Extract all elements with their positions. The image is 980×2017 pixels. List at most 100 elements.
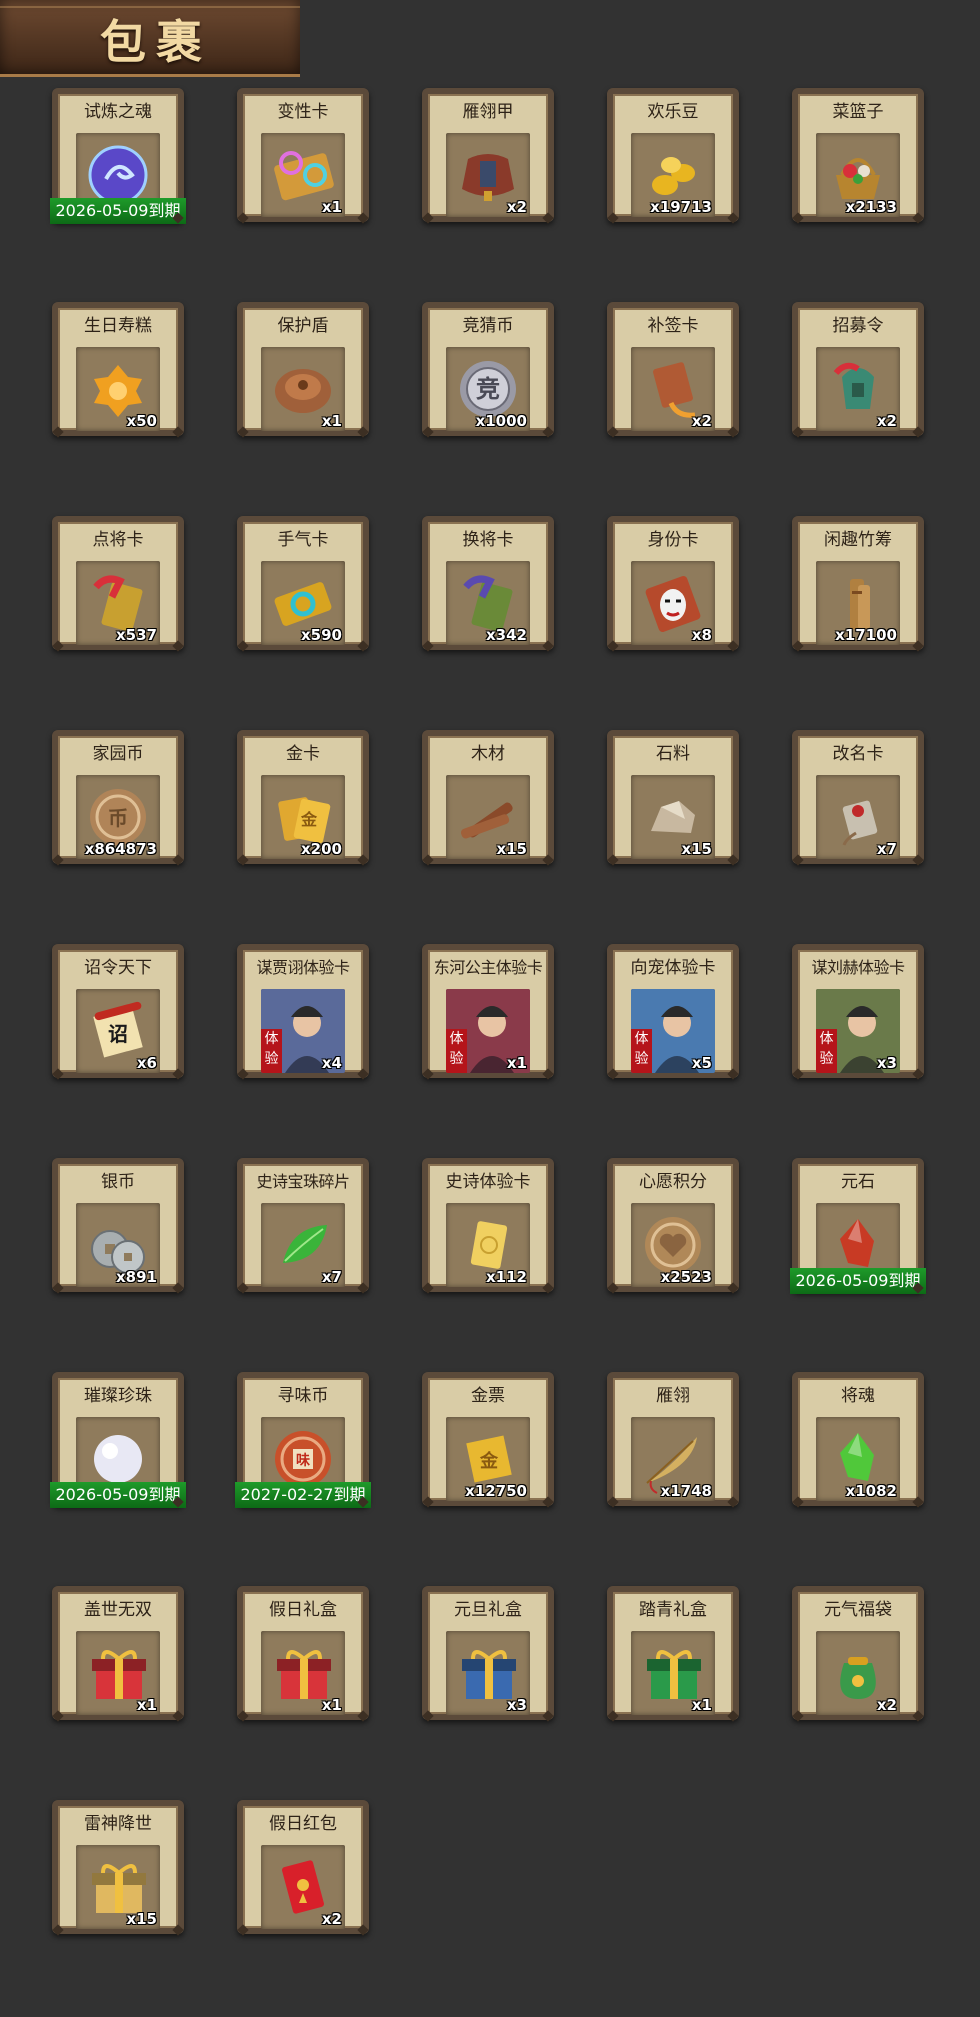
item-quantity: x864873 bbox=[84, 840, 157, 858]
item-quantity: x1 bbox=[321, 1696, 342, 1714]
inventory-item[interactable]: 雷神降世 x15 bbox=[52, 1800, 184, 1934]
inventory-item[interactable]: 假日红包 x2 bbox=[237, 1800, 369, 1934]
item-quantity: x15 bbox=[126, 1910, 157, 1928]
item-name: 史诗宝珠碎片 bbox=[256, 1172, 350, 1191]
inventory-item[interactable]: 雁翎 x1748 bbox=[607, 1372, 739, 1506]
gender-card-icon: x1 bbox=[261, 133, 345, 217]
inventory-item[interactable]: 家园币币 x864873 bbox=[52, 730, 184, 864]
inventory-item[interactable]: 东河公主体验卡体验 x1 bbox=[422, 944, 554, 1078]
rename-card-icon: x7 bbox=[816, 775, 900, 859]
bag-header-banner: 包裹 bbox=[0, 0, 300, 77]
inventory-item[interactable]: 璀璨珍珠x42026-05-09到期 bbox=[50, 1372, 186, 1508]
inventory-item[interactable]: 保护盾 x1 bbox=[237, 302, 369, 436]
item-name: 闲趣竹筹 bbox=[824, 530, 892, 550]
hero-portrait-icon: 体验 x5 bbox=[631, 989, 715, 1073]
inventory-item[interactable]: 闲趣竹筹 x17100 bbox=[792, 516, 924, 650]
item-quantity: x19713 bbox=[650, 198, 712, 216]
item-name: 补签卡 bbox=[647, 316, 699, 336]
svg-text:竞: 竞 bbox=[476, 375, 500, 403]
item-quantity: x537 bbox=[116, 626, 157, 644]
inventory-item[interactable]: 元气福袋 x2 bbox=[792, 1586, 924, 1720]
inventory-item[interactable]: 生日寿糕 x50 bbox=[52, 302, 184, 436]
green-crystal-icon: x1082 bbox=[816, 1417, 900, 1501]
item-quantity: x7 bbox=[321, 1268, 342, 1286]
hero-portrait-icon: 体验 x3 bbox=[816, 989, 900, 1073]
cake-icon: x50 bbox=[76, 347, 160, 431]
item-name: 盖世无双 bbox=[84, 1600, 152, 1620]
trial-tag: 体验 bbox=[816, 1029, 837, 1073]
item-name: 元气福袋 bbox=[824, 1600, 892, 1620]
item-name: 家园币 bbox=[92, 744, 144, 764]
item-quantity: x891 bbox=[116, 1268, 157, 1286]
inventory-item[interactable]: 史诗体验卡 x112 bbox=[422, 1158, 554, 1292]
svg-text:诏: 诏 bbox=[108, 1022, 128, 1046]
gold-beans-icon: x19713 bbox=[631, 133, 715, 217]
inventory-item[interactable]: 招募令 x2 bbox=[792, 302, 924, 436]
item-name: 元石 bbox=[841, 1172, 875, 1192]
expiry-banner: 2026-05-09到期 bbox=[790, 1268, 926, 1294]
item-name: 金卡 bbox=[286, 744, 320, 764]
item-name: 雁翎 bbox=[656, 1386, 690, 1406]
item-quantity: x2 bbox=[876, 1696, 897, 1714]
inventory-item[interactable]: 点将卡 x537 bbox=[52, 516, 184, 650]
item-quantity: x50 bbox=[126, 412, 157, 430]
inventory-item[interactable]: 谋刘赫体验卡 体验 x3 bbox=[792, 944, 924, 1078]
inventory-item[interactable]: 心愿积分 x2523 bbox=[607, 1158, 739, 1292]
inventory-item[interactable]: 诏令天下诏 x6 bbox=[52, 944, 184, 1078]
inventory-item[interactable]: 踏青礼盒 x1 bbox=[607, 1586, 739, 1720]
inventory-item[interactable]: 身份卡 x8 bbox=[607, 516, 739, 650]
item-name: 诏令天下 bbox=[84, 958, 152, 978]
item-quantity: x6 bbox=[136, 1054, 157, 1072]
item-name: 石料 bbox=[656, 744, 690, 764]
item-quantity: x2 bbox=[691, 412, 712, 430]
item-quantity: x1 bbox=[321, 412, 342, 430]
inventory-item[interactable]: 改名卡 x7 bbox=[792, 730, 924, 864]
inventory-item[interactable]: 补签卡 x2 bbox=[607, 302, 739, 436]
item-quantity: x1 bbox=[506, 1054, 527, 1072]
inventory-item[interactable]: 欢乐豆 x19713 bbox=[607, 88, 739, 222]
trial-tag: 体验 bbox=[261, 1029, 282, 1073]
item-name: 寻味币 bbox=[277, 1386, 329, 1406]
inventory-item[interactable]: 谋贾诩体验卡 体验 x4 bbox=[237, 944, 369, 1078]
inventory-item[interactable]: 元旦礼盒 x3 bbox=[422, 1586, 554, 1720]
item-name: 菜篮子 bbox=[832, 102, 884, 122]
inventory-item[interactable]: 将魂 x1082 bbox=[792, 1372, 924, 1506]
inventory-item[interactable]: 菜篮子 x2133 bbox=[792, 88, 924, 222]
item-name: 东河公主体验卡 bbox=[433, 958, 543, 977]
basket-icon: x2133 bbox=[816, 133, 900, 217]
inventory-item[interactable]: 金票金 x12750 bbox=[422, 1372, 554, 1506]
item-name: 欢乐豆 bbox=[647, 102, 699, 122]
inventory-item[interactable]: 木材 x15 bbox=[422, 730, 554, 864]
trial-tag: 体验 bbox=[631, 1029, 652, 1073]
inventory-item[interactable]: 换将卡 x342 bbox=[422, 516, 554, 650]
inventory-item[interactable]: 试炼之魂x2232026-05-09到期 bbox=[50, 88, 186, 224]
svg-text:金: 金 bbox=[479, 1450, 499, 1472]
inventory-item[interactable]: 银币 x891 bbox=[52, 1158, 184, 1292]
inventory-item[interactable]: 金卡金 x200 bbox=[237, 730, 369, 864]
item-name: 金票 bbox=[471, 1386, 505, 1406]
item-name: 木材 bbox=[471, 744, 505, 764]
inventory-item[interactable]: 石料 x15 bbox=[607, 730, 739, 864]
gift-box-icon: x15 bbox=[76, 1845, 160, 1929]
inventory-item[interactable]: 向宠体验卡体验 x5 bbox=[607, 944, 739, 1078]
heart-coin-icon: x2523 bbox=[631, 1203, 715, 1287]
trial-tag: 体验 bbox=[446, 1029, 467, 1073]
item-quantity: x590 bbox=[301, 626, 342, 644]
item-quantity: x1748 bbox=[660, 1482, 712, 1500]
inventory-item[interactable]: 竞猜币竞 x1000 bbox=[422, 302, 554, 436]
item-quantity: x15 bbox=[681, 840, 712, 858]
inventory-item[interactable]: 盖世无双 x1 bbox=[52, 1586, 184, 1720]
inventory-item[interactable]: 史诗宝珠碎片 x7 bbox=[237, 1158, 369, 1292]
item-name: 璀璨珍珠 bbox=[84, 1386, 152, 1406]
inventory-item[interactable]: 寻味币味x162502027-02-27到期 bbox=[235, 1372, 371, 1508]
inventory-item[interactable]: 元石x402026-05-09到期 bbox=[790, 1158, 926, 1294]
inventory-item[interactable]: 变性卡 x1 bbox=[237, 88, 369, 222]
item-name: 将魂 bbox=[841, 1386, 875, 1406]
inventory-item[interactable]: 假日礼盒 x1 bbox=[237, 1586, 369, 1720]
item-quantity: x3 bbox=[506, 1696, 527, 1714]
inventory-item[interactable]: 雁翎甲 x2 bbox=[422, 88, 554, 222]
item-quantity: x2523 bbox=[660, 1268, 712, 1286]
inventory-item[interactable]: 手气卡 x590 bbox=[237, 516, 369, 650]
item-name: 向宠体验卡 bbox=[630, 958, 716, 978]
item-quantity: x1 bbox=[136, 1696, 157, 1714]
